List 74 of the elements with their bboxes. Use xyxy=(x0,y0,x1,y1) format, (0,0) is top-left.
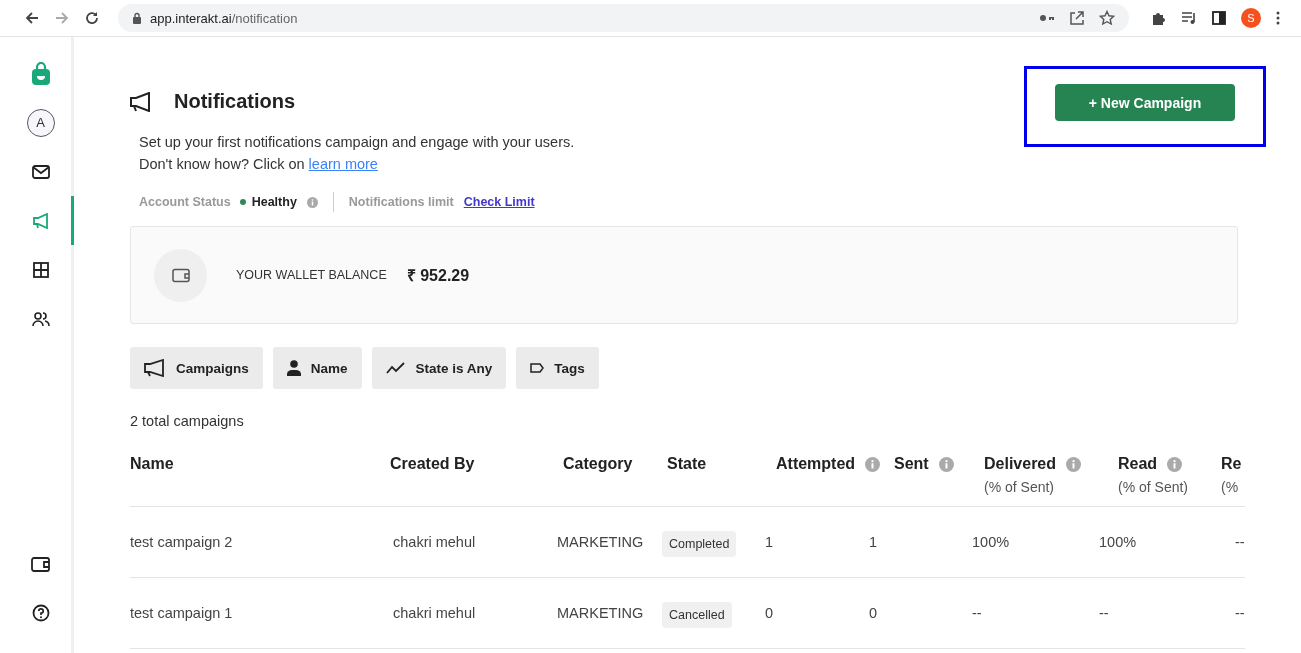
media-icon[interactable] xyxy=(1181,10,1197,26)
state-badge: Cancelled xyxy=(662,602,732,628)
avatar-circle: A xyxy=(26,108,55,137)
table-cell: 0 xyxy=(869,605,878,621)
url-text: app.interakt.ai/notification xyxy=(150,10,298,26)
column-header: Attempted xyxy=(776,455,856,473)
status-value: Healthy xyxy=(251,195,297,209)
help-icon xyxy=(31,603,50,622)
sidebar-item[interactable]: A xyxy=(10,98,74,147)
mail-icon xyxy=(31,164,50,179)
column-subheader: (% of Sent) xyxy=(984,479,1056,495)
wallet-icon xyxy=(30,555,51,572)
column-header: Sent xyxy=(894,455,929,473)
learn-more-link[interactable]: learn more xyxy=(308,156,378,172)
limit-label: Notifications limit xyxy=(348,195,454,209)
table-cell: MARKETING xyxy=(557,534,644,550)
tag-icon xyxy=(530,363,545,373)
check-limit-link[interactable]: Check Limit xyxy=(463,195,535,209)
table-cell: 0 xyxy=(765,605,774,621)
key-icon[interactable] xyxy=(1039,13,1055,23)
table-cell: -- xyxy=(1235,534,1245,550)
bag-logo-icon xyxy=(30,61,51,86)
table-cell: 1 xyxy=(869,534,878,550)
table-cell: test campaign 2 xyxy=(130,534,233,550)
filter-button[interactable]: Tags xyxy=(516,347,599,389)
filter-button[interactable]: Name xyxy=(272,347,362,389)
column-header: Name xyxy=(130,455,174,473)
star-icon[interactable] xyxy=(1099,10,1115,26)
grid-icon xyxy=(32,261,49,278)
table-cell: chakri mehul xyxy=(393,534,476,550)
table-cell: test campaign 1 xyxy=(130,605,233,621)
intro-text: Set up your first notifications campaign and engage with your users. xyxy=(139,133,576,152)
megaphone-icon xyxy=(31,212,50,229)
status-label: Account Status xyxy=(139,195,231,209)
megaphone-icon xyxy=(144,359,166,377)
wallet-balance: ₹ 952.29 xyxy=(406,266,470,286)
page-title: Notifications xyxy=(174,90,296,113)
column-header: Re xyxy=(1221,455,1242,473)
table-cell: 100% xyxy=(972,534,1010,550)
new-campaign-button[interactable]: + New Campaign xyxy=(1055,84,1235,121)
column-subheader: (% of Sent) xyxy=(1118,479,1190,495)
menu-icon[interactable] xyxy=(1275,10,1281,26)
table-cell: 1 xyxy=(765,534,774,550)
total-count: 2 total campaigns xyxy=(130,413,245,429)
wallet-icon xyxy=(171,267,190,283)
reload-icon[interactable] xyxy=(84,10,100,26)
table-cell: MARKETING xyxy=(557,605,644,621)
column-header: State xyxy=(667,455,707,473)
filter-button[interactable]: Campaigns xyxy=(130,347,263,389)
person-icon xyxy=(286,360,301,376)
status-dot xyxy=(239,199,246,205)
table-cell: -- xyxy=(1099,605,1109,621)
wallet-label: YOUR WALLET BALANCE xyxy=(236,268,387,282)
column-subheader: (% xyxy=(1221,479,1240,495)
share-icon[interactable] xyxy=(1069,10,1085,26)
megaphone-icon xyxy=(130,91,152,112)
table-cell: -- xyxy=(972,605,982,621)
side-panel-icon[interactable] xyxy=(1211,10,1227,26)
address-bar[interactable]: app.interakt.ai/notification xyxy=(118,4,1129,32)
table-cell: chakri mehul xyxy=(393,605,476,621)
table-cell: -- xyxy=(1235,605,1245,621)
trend-icon xyxy=(385,362,406,374)
filter-button[interactable]: State is Any xyxy=(371,347,507,389)
users-icon xyxy=(31,310,50,327)
back-icon[interactable] xyxy=(24,10,40,26)
state-badge: Completed xyxy=(662,531,737,557)
lock-icon xyxy=(132,12,142,24)
table-cell: 100% xyxy=(1099,534,1137,550)
column-header: Read xyxy=(1118,455,1158,473)
intro-text: Don't know how? Click on learn more xyxy=(139,155,379,174)
puzzle-icon[interactable] xyxy=(1151,10,1167,26)
column-header: Created By xyxy=(390,455,475,473)
column-header: Category xyxy=(563,455,633,473)
column-header: Delivered xyxy=(984,455,1057,473)
